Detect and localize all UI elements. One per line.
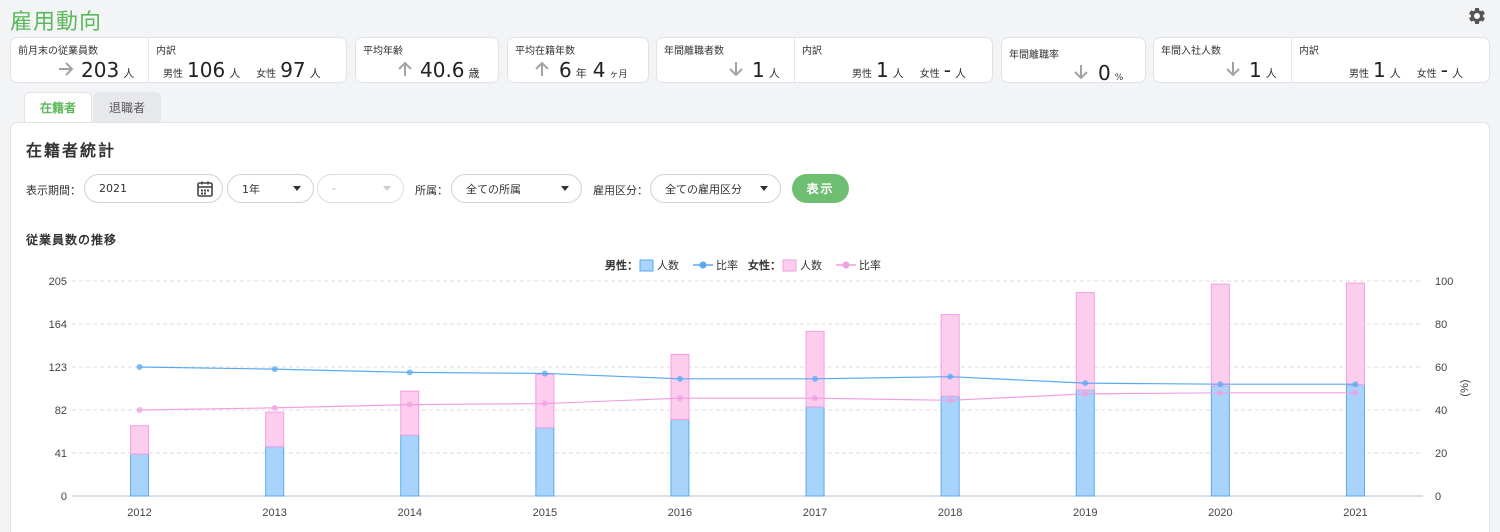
male-label: 男性 (1349, 69, 1369, 80)
leavers-label: 年間離職者数 (664, 46, 724, 57)
breakdown-label: 内訳 (1299, 46, 1319, 57)
male-unit: 人 (229, 67, 241, 80)
divider (148, 38, 149, 82)
avg-age-label: 平均年齢 (363, 46, 403, 57)
avg-age-unit: 歳 (468, 67, 480, 80)
chart-title: 従業員数の推移 (26, 233, 118, 247)
chevron-down-icon (561, 186, 569, 191)
arrow-right-icon (59, 62, 74, 76)
female-unit: 人 (1451, 67, 1463, 80)
arrow-down-icon (1226, 62, 1240, 77)
span-select-value: 1年 (242, 182, 260, 196)
hires-card: 年間入社人数 1 人 内訳 男性 1 人 女性 - 人 (1153, 37, 1490, 83)
employees-label: 前月末の従業員数 (18, 46, 98, 57)
tab-retired-employees[interactable]: 退職者 (93, 92, 161, 122)
leavers-unit: 人 (768, 67, 780, 80)
male-label: 男性 (852, 69, 872, 80)
arrow-down-icon (1074, 65, 1088, 80)
emp-type-label: 雇用区分： (593, 184, 648, 197)
avg-tenure-years: 6 (559, 58, 572, 82)
turnover-unit: % (1114, 73, 1124, 83)
female-unit: 人 (309, 67, 321, 80)
tab-current-employees[interactable]: 在籍者 (24, 92, 92, 122)
emp-type-select-value: 全ての雇用区分 (665, 182, 742, 196)
dept-select-value: 全ての所属 (466, 182, 521, 196)
chevron-down-icon (293, 186, 301, 191)
show-button[interactable]: 表示 (792, 174, 849, 203)
chevron-down-icon (760, 186, 768, 191)
female-unit: 人 (954, 67, 966, 80)
period-label: 表示期間： (26, 184, 81, 197)
turnover-value: 0 (1098, 61, 1111, 85)
female-label: 女性 (256, 69, 277, 80)
turnover-card: 年間離職率 0 % (1001, 37, 1146, 85)
sub-period-select[interactable]: - (317, 174, 404, 203)
leavers-value: 1 (752, 58, 765, 82)
gear-icon[interactable] (1467, 6, 1487, 26)
employees-value: 203 (81, 58, 120, 82)
male-value: 1 (876, 58, 889, 82)
breakdown-label: 内訳 (802, 46, 822, 57)
female-label: 女性 (919, 69, 940, 80)
period-date-input[interactable]: 2021 (84, 174, 223, 203)
employees-card: 前月末の従業員数 203 人 内訳 男性 106 人 女性 97 人 (10, 37, 347, 83)
dept-label: 所属： (415, 184, 448, 197)
emp-type-select[interactable]: 全ての雇用区分 (650, 174, 781, 203)
avg-age-card: 平均年齢 40.6 歳 (355, 37, 499, 83)
dept-select[interactable]: 全ての所属 (451, 174, 582, 203)
employees-unit: 人 (123, 67, 135, 80)
male-value: 106 (187, 58, 226, 82)
hires-label: 年間入社人数 (1161, 46, 1221, 57)
sub-period-value: - (332, 182, 336, 195)
male-label: 男性 (163, 69, 183, 80)
leavers-card: 年間離職者数 1 人 内訳 男性 1 人 女性 - 人 (656, 37, 993, 83)
female-value: - (1440, 58, 1448, 82)
chevron-down-icon (383, 186, 391, 191)
avg-tenure-years-unit: 年 (575, 67, 587, 80)
arrow-up-icon (398, 61, 412, 76)
span-select[interactable]: 1年 (227, 174, 314, 203)
breakdown-label: 内訳 (156, 46, 176, 57)
divider (794, 38, 795, 82)
page-title: 雇用動向 (10, 10, 103, 35)
section-title: 在籍者統計 (26, 141, 117, 160)
female-label: 女性 (1416, 69, 1437, 80)
male-value: 1 (1373, 58, 1386, 82)
arrow-down-icon (729, 62, 743, 77)
female-value: 97 (280, 58, 306, 82)
avg-tenure-months-unit: ヶ月 (609, 70, 628, 80)
avg-age-value: 40.6 (420, 58, 465, 82)
calendar-icon[interactable] (196, 180, 214, 198)
period-date-value: 2021 (99, 182, 127, 195)
divider (1291, 38, 1292, 82)
male-unit: 人 (892, 67, 904, 80)
male-unit: 人 (1389, 67, 1401, 80)
female-value: - (943, 58, 951, 82)
arrow-up-icon (535, 61, 549, 76)
stats-panel: 在籍者統計 表示期間： 2021 1年 - 所属： 全ての所属 雇用区分： 全て… (10, 122, 1490, 532)
avg-tenure-label: 平均在籍年数 (515, 46, 575, 57)
hires-unit: 人 (1265, 67, 1277, 80)
avg-tenure-card: 平均在籍年数 6 年 4 ヶ月 (507, 37, 649, 83)
hires-value: 1 (1249, 58, 1262, 82)
turnover-label: 年間離職率 (1009, 50, 1059, 61)
avg-tenure-months: 4 (592, 58, 606, 82)
